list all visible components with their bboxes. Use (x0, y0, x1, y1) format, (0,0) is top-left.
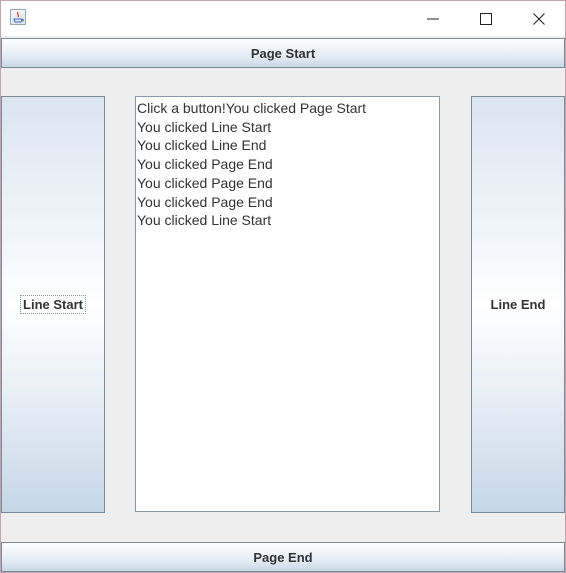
log-line: You clicked Line Start (137, 212, 272, 229)
output-text-area[interactable]: Click a button!You clicked Page Start Yo… (135, 96, 440, 512)
title-bar[interactable] (1, 1, 565, 36)
log-line: You clicked Page End (137, 156, 273, 173)
content-pane: Page Start Line Start Click a button!You… (1, 36, 565, 572)
log-line: You clicked Line End (137, 137, 267, 154)
log-line: You clicked Page End (137, 193, 273, 210)
minimize-icon (426, 18, 439, 19)
log-line: You clicked Page End (137, 174, 273, 191)
page-start-label: Page Start (250, 45, 316, 61)
page-end-label: Page End (253, 549, 313, 565)
log-line: Click a button!You clicked Page Start (137, 100, 367, 116)
line-start-button[interactable]: Line Start (1, 96, 105, 513)
java-icon[interactable] (10, 9, 26, 25)
line-end-button[interactable]: Line End (471, 96, 565, 513)
close-icon (532, 12, 545, 25)
close-button[interactable] (512, 1, 565, 36)
maximize-icon (479, 12, 492, 25)
maximize-button[interactable] (459, 1, 512, 36)
page-end-button[interactable]: Page End (1, 542, 565, 572)
line-end-label: Line End (490, 297, 546, 312)
minimize-button[interactable] (406, 1, 459, 36)
log-line: You clicked Line Start (137, 118, 272, 135)
page-start-button[interactable]: Page Start (1, 38, 565, 68)
app-window: Page Start Line Start Click a button!You… (0, 0, 566, 573)
line-start-label: Line Start (20, 295, 86, 314)
